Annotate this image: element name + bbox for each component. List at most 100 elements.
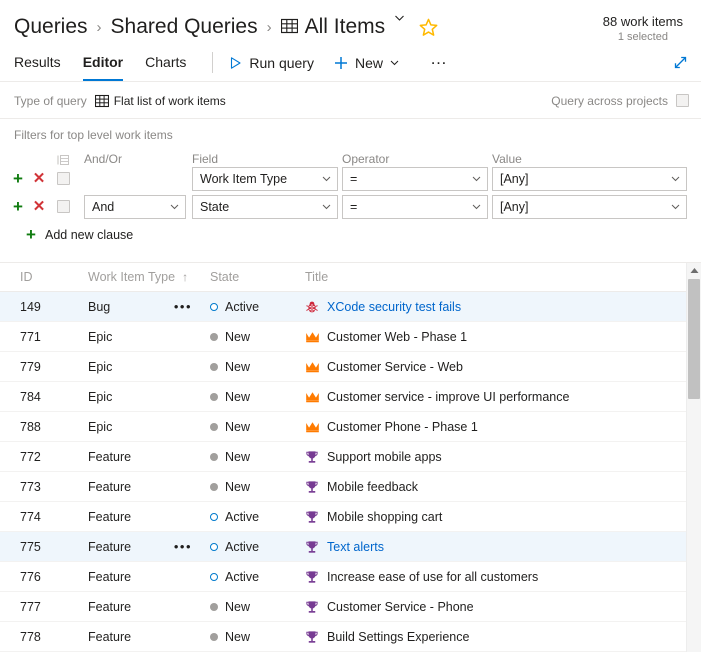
table-row[interactable]: 788 Epic New Customer Phone - Phase 1 [0,412,701,442]
filter-row-checkbox[interactable] [57,200,70,213]
state-active-dot-icon [210,572,218,581]
column-header-id[interactable]: ID [20,270,88,284]
remove-clause-icon[interactable]: ✕ [32,171,46,186]
cell-work-item-type: Feature [88,570,210,584]
tab-charts[interactable]: Charts [145,44,186,81]
star-icon[interactable] [419,18,438,42]
cell-state: New [210,330,305,344]
table-row[interactable]: 775 Feature ••• Active Text alerts [0,532,701,562]
filter-field-value: Work Item Type [200,171,288,186]
breadcrumb-current-query[interactable]: All Items [305,13,386,41]
filter-andor-cell: And [84,194,192,219]
table-row[interactable]: 776 Feature Active Increase ease of use for… [0,562,701,592]
scrollbar-thumb[interactable] [688,279,700,399]
filter-value-select[interactable]: [Any] [492,194,687,219]
filter-header-operator: Operator [342,152,390,166]
filter-field-select[interactable]: Work Item Type [192,166,338,191]
filter-header-value: Value [492,152,522,166]
table-row[interactable]: 149 Bug ••• Active XCode security test fails [0,292,701,322]
filter-operator-select[interactable]: = [342,166,488,191]
filter-operator-select[interactable]: = [342,194,488,219]
cell-id: 775 [20,539,41,554]
table-row[interactable]: 774 Feature Active Mobile shopping cart [0,502,701,532]
table-row[interactable]: 773 Feature New Mobile feedback [0,472,701,502]
work-item-title-link[interactable]: XCode security test fails [327,300,461,314]
cell-title: Customer Service - Phone [305,600,701,614]
toolbar-divider [212,52,214,73]
cell-state: New [210,600,305,614]
breadcrumb-shared-queries[interactable]: Shared Queries [111,13,258,41]
cell-state: Active [210,570,305,584]
state-new-dot-icon [210,332,218,341]
state-label: Active [225,509,260,524]
filter-operator-cell: = [342,194,492,219]
filter-value-select[interactable]: [Any] [492,166,687,191]
query-type-value: Flat list of work items [113,93,226,108]
work-item-title-link[interactable]: Mobile feedback [327,480,418,494]
work-item-title-link[interactable]: Customer Service - Phone [327,600,474,614]
table-row[interactable]: 778 Feature New Build Settings Experience [0,622,701,652]
filter-row-checkbox[interactable] [57,172,70,185]
breadcrumb-separator-2: › [266,19,272,36]
cell-work-item-type: Feature [88,480,210,494]
ellipsis-icon[interactable]: … [430,49,449,69]
table-row[interactable]: 784 Epic New Customer service - improve UI … [0,382,701,412]
state-new-dot-icon [210,362,218,371]
column-header-work-item-type[interactable]: Work Item Type ↑ [88,270,210,284]
state-active-dot-icon [210,512,218,521]
filter-field-select[interactable]: State [192,194,338,219]
state-label: Active [225,569,260,584]
expand-diagonal-icon[interactable] [672,54,689,71]
query-type-label: Type of query [14,93,87,108]
run-query-button[interactable]: Run query [229,55,314,71]
tab-results[interactable]: Results [14,44,61,81]
grid-vertical-scrollbar[interactable] [686,263,701,652]
new-button[interactable]: New [334,55,400,71]
breadcrumb-queries[interactable]: Queries [14,13,88,41]
filter-operator-value: = [350,199,358,214]
breadcrumb-separator-1: › [96,19,102,36]
column-header-state[interactable]: State [210,270,305,284]
table-row[interactable]: 777 Feature New Customer Service - Phone [0,592,701,622]
trophy-icon [305,540,320,554]
filter-field-value: State [200,199,230,214]
chevron-down-icon[interactable] [393,11,406,29]
query-type-selector[interactable]: Flat list of work items [94,93,226,108]
query-across-projects[interactable]: Query across projects [551,94,689,108]
work-item-type-label: Epic [88,419,113,434]
table-row[interactable]: 771 Epic New Customer Web - Phase 1 [0,322,701,352]
trophy-icon [305,510,320,524]
work-item-title-link[interactable]: Customer service - improve UI performanc… [327,390,569,404]
cell-title: Customer Service - Web [305,360,701,374]
row-context-menu-icon[interactable]: ••• [174,300,192,313]
chevron-down-icon [670,201,681,212]
work-item-title-link[interactable]: Increase ease of use for all customers [327,570,538,584]
cell-id: 776 [20,569,41,584]
work-item-title-link[interactable]: Customer Service - Web [327,360,463,374]
filter-andor-select[interactable]: And [84,194,186,219]
query-across-projects-checkbox[interactable] [676,94,689,107]
filter-header-andor: And/Or [84,152,123,166]
new-chevron-down-icon[interactable] [389,57,400,68]
table-row[interactable]: 772 Feature New Support mobile apps [0,442,701,472]
work-item-title-link[interactable]: Support mobile apps [327,450,442,464]
table-row[interactable]: 779 Epic New Customer Service - Web [0,352,701,382]
state-label: New [225,419,251,434]
add-new-clause-button[interactable]: + Add new clause [11,222,687,243]
tab-editor[interactable]: Editor [82,44,124,81]
grid-body: 149 Bug ••• Active XCode security test fails… [0,291,701,652]
column-header-title[interactable]: Title [305,270,701,284]
scroll-up-arrow-icon[interactable] [687,263,701,277]
work-item-title-link[interactable]: Text alerts [327,540,384,554]
work-item-title-link[interactable]: Build Settings Experience [327,630,469,644]
add-clause-icon[interactable]: + [11,170,25,187]
work-item-type-label: Feature [88,629,132,644]
work-item-title-link[interactable]: Mobile shopping cart [327,510,442,524]
work-item-title-link[interactable]: Customer Phone - Phase 1 [327,420,478,434]
work-item-title-link[interactable]: Customer Web - Phase 1 [327,330,467,344]
remove-clause-icon[interactable]: ✕ [32,199,46,214]
add-clause-icon[interactable]: + [11,198,25,215]
cell-work-item-type: Feature ••• [88,540,210,554]
row-context-menu-icon[interactable]: ••• [174,540,192,553]
state-label: Active [225,539,260,554]
